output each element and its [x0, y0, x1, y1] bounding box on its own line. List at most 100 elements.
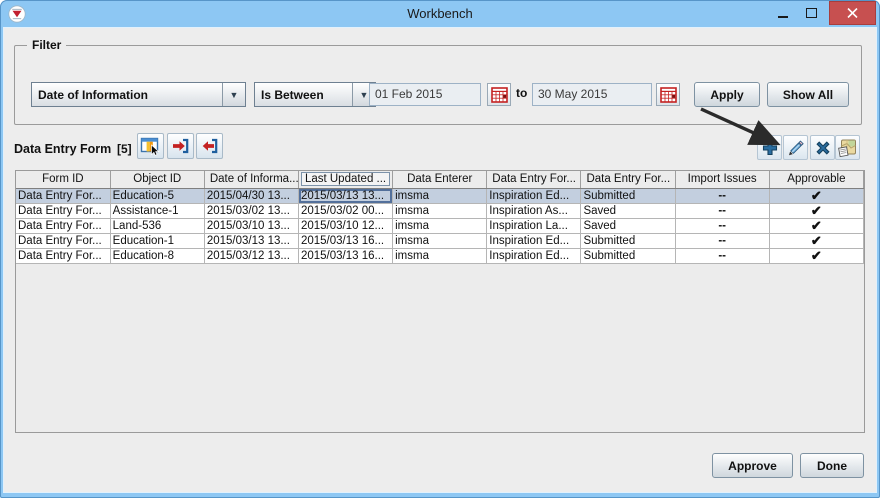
table-scrollpane: Form ID Object IDDate of Informa...Last U… [15, 170, 865, 433]
table-header-label: Date of Informa... [206, 172, 299, 186]
table-cell[interactable]: Data Entry For... [16, 218, 110, 233]
table-cell[interactable]: Inspiration As... [487, 203, 581, 218]
table-header-cell[interactable]: Import Issues [675, 171, 769, 188]
chevron-down-icon: ▼ [222, 83, 245, 106]
table-cell[interactable]: -- [675, 248, 769, 263]
table-cell[interactable]: Inspiration Ed... [487, 233, 581, 248]
approvable-check-icon[interactable]: ✔ [769, 248, 863, 263]
table-cell[interactable]: Data Entry For... [16, 248, 110, 263]
filter-field-select[interactable]: Date of Information ▼ [31, 82, 246, 107]
column-chooser-icon [140, 137, 161, 156]
table-cell[interactable]: Data Entry For... [16, 203, 110, 218]
table-header-cell[interactable]: Object ID [110, 171, 204, 188]
filter-operator-value: Is Between [255, 83, 352, 106]
table-cell[interactable]: Data Entry For... [16, 188, 110, 203]
column-chooser-button[interactable] [137, 133, 164, 159]
import-arrow-icon [200, 137, 219, 155]
close-button[interactable] [829, 1, 876, 25]
date-to-calendar-button[interactable] [656, 83, 680, 106]
import-button[interactable] [196, 133, 223, 159]
table-row[interactable]: Data Entry For...Education-52015/04/30 1… [16, 188, 864, 203]
approvable-check-icon[interactable]: ✔ [769, 203, 863, 218]
table-cell[interactable]: Education-8 [110, 248, 204, 263]
show-all-button[interactable]: Show All [767, 82, 849, 107]
table-cell[interactable]: imsma [393, 218, 487, 233]
table-row[interactable]: Data Entry For...Education-12015/03/13 1… [16, 233, 864, 248]
table-cell[interactable]: Assistance-1 [110, 203, 204, 218]
table-cell[interactable]: 2015/03/02 13... [204, 203, 298, 218]
table-cell[interactable]: 2015/03/13 13... [204, 233, 298, 248]
table-cell[interactable]: Inspiration La... [487, 218, 581, 233]
export-button[interactable] [167, 133, 194, 159]
table-header-cell[interactable]: Last Updated ... [298, 171, 392, 188]
table-row[interactable]: Data Entry For...Land-5362015/03/10 13..… [16, 218, 864, 233]
table-cell[interactable]: Submitted [581, 248, 675, 263]
table-cell[interactable]: Data Entry For... [16, 233, 110, 248]
content-panel: Filter Date of Information ▼ Is Between … [4, 28, 876, 492]
table-cell[interactable]: Saved [581, 203, 675, 218]
table-cell[interactable]: 2015/03/10 13... [204, 218, 298, 233]
approvable-check-icon[interactable]: ✔ [769, 233, 863, 248]
filter-group: Filter Date of Information ▼ Is Between … [14, 45, 862, 125]
table-cell[interactable]: imsma [393, 233, 487, 248]
table-cell[interactable]: Submitted [581, 233, 675, 248]
table-header-label: Data Entry For... [488, 172, 580, 186]
table-cell[interactable]: 2015/03/12 13... [204, 248, 298, 263]
table-cell[interactable]: imsma [393, 248, 487, 263]
table-cell[interactable]: Education-1 [110, 233, 204, 248]
filter-field-value: Date of Information [32, 83, 222, 106]
table-cell[interactable]: 2015/03/02 00... [298, 203, 392, 218]
show-on-map-button[interactable] [835, 135, 860, 160]
table-cell[interactable]: Inspiration Ed... [487, 188, 581, 203]
date-from-calendar-button[interactable] [487, 83, 511, 106]
workbench-window: Workbench Filter Date of Information ▼ I… [0, 0, 880, 498]
table-cell[interactable]: imsma [393, 203, 487, 218]
approvable-check-icon[interactable]: ✔ [769, 218, 863, 233]
table-cell[interactable]: -- [675, 218, 769, 233]
table-cell[interactable]: 2015/03/13 13... [298, 188, 392, 203]
add-record-button[interactable] [757, 135, 782, 160]
date-from-field[interactable]: 01 Feb 2015 [369, 83, 481, 106]
calendar-icon [491, 87, 508, 103]
approve-button[interactable]: Approve [712, 453, 793, 478]
done-button[interactable]: Done [800, 453, 864, 478]
table-header-label: Form ID [38, 172, 88, 186]
apply-button[interactable]: Apply [694, 82, 760, 107]
delete-x-icon [814, 139, 832, 157]
table-cell[interactable]: 2015/03/10 12... [298, 218, 392, 233]
filter-group-label: Filter [27, 38, 66, 52]
table-cell[interactable]: -- [675, 188, 769, 203]
table-cell[interactable]: Inspiration Ed... [487, 248, 581, 263]
table-cell[interactable]: Education-5 [110, 188, 204, 203]
edit-record-button[interactable] [783, 135, 808, 160]
table-cell[interactable]: -- [675, 203, 769, 218]
table-row[interactable]: Data Entry For...Education-82015/03/12 1… [16, 248, 864, 263]
approvable-check-icon[interactable]: ✔ [769, 188, 863, 203]
maximize-button[interactable] [800, 0, 822, 26]
table-cell[interactable]: Saved [581, 218, 675, 233]
table-header-cell[interactable]: Data Entry For... [487, 171, 581, 188]
close-icon [847, 8, 858, 18]
table-header-cell[interactable]: Data Entry For... [581, 171, 675, 188]
to-label: to [516, 86, 527, 100]
table-header-cell[interactable]: Form ID [16, 171, 110, 188]
table-cell[interactable]: 2015/03/13 16... [298, 233, 392, 248]
table-cell[interactable]: -- [675, 233, 769, 248]
table-cell[interactable]: Submitted [581, 188, 675, 203]
table-cell[interactable]: imsma [393, 188, 487, 203]
table-header-label: Import Issues [684, 172, 761, 186]
table-header-label: Approvable [783, 172, 849, 186]
table-header-cell[interactable]: Data Enterer [393, 171, 487, 188]
table-header-cell[interactable]: Date of Informa... [204, 171, 298, 188]
minimize-button[interactable] [772, 0, 794, 26]
delete-record-button[interactable] [810, 135, 835, 160]
date-to-field[interactable]: 30 May 2015 [532, 83, 652, 106]
table-cell[interactable]: 2015/03/13 16... [298, 248, 392, 263]
table-cell[interactable]: Land-536 [110, 218, 204, 233]
filter-operator-select[interactable]: Is Between ▼ [254, 82, 376, 107]
table-row[interactable]: Data Entry For...Assistance-12015/03/02 … [16, 203, 864, 218]
table-cell[interactable]: 2015/04/30 13... [204, 188, 298, 203]
table-header-cell[interactable]: Approvable [769, 171, 863, 188]
table-header: Form ID Object IDDate of Informa...Last U… [16, 171, 864, 188]
record-count-badge: [5] [117, 138, 132, 160]
